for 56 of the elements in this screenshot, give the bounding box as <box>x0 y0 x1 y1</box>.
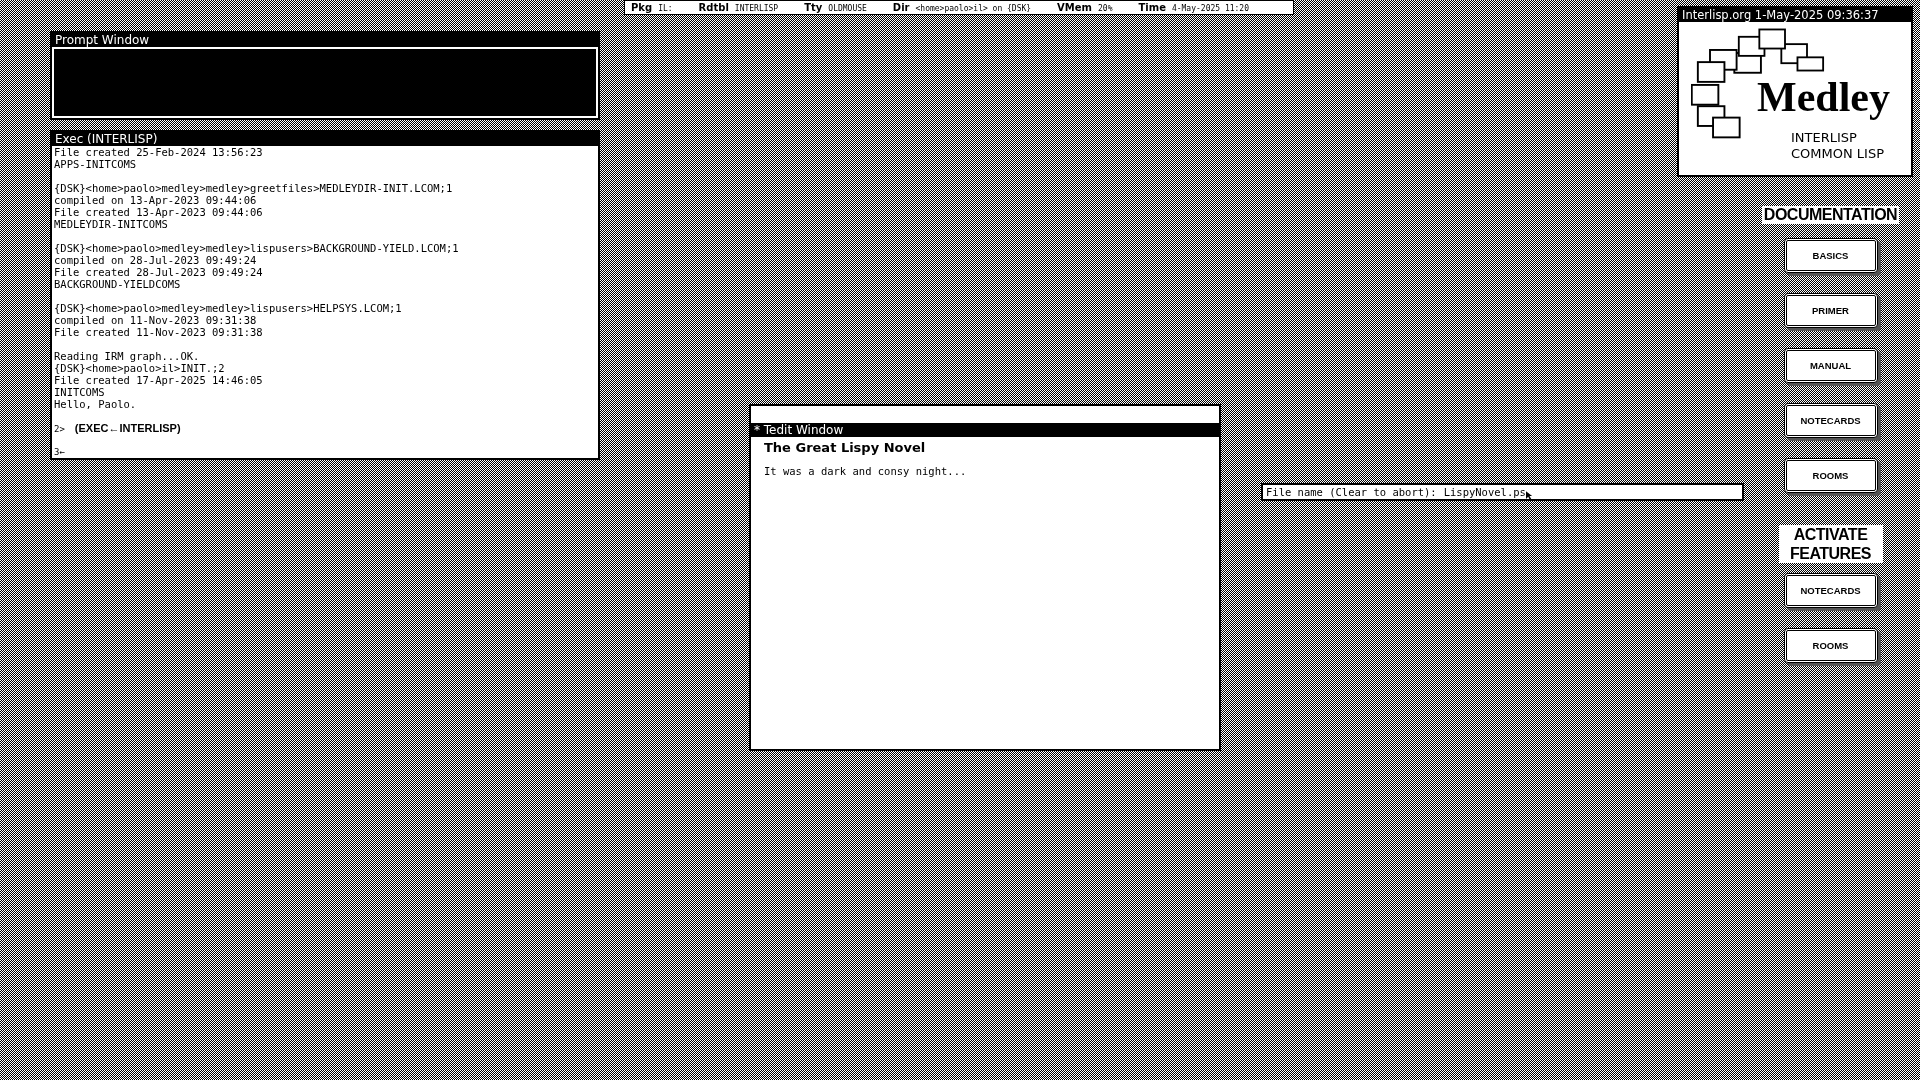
filename-prompt[interactable]: File name (Clear to abort): LispyNovel.ps <box>1261 483 1744 501</box>
feature-button[interactable]: NOTECARDS <box>1783 573 1878 608</box>
console-line: {DSK}<home>paolo>il>INIT.;2 <box>54 362 226 374</box>
console-line: File created 13-Apr-2023 09:44:06 <box>54 206 264 218</box>
console-line: APPS-INITCOMS <box>54 158 138 170</box>
status-value: <home>paolo>il> on {DSK} <box>915 4 1032 13</box>
documentation-button[interactable]: ROOMS <box>1783 458 1878 493</box>
console-line: INITCOMS <box>54 386 106 398</box>
documentation-button[interactable]: MANUAL <box>1783 348 1878 383</box>
filename-value: LispyNovel.ps <box>1443 486 1526 498</box>
console-line: MEDLEYDIR-INITCOMS <box>54 218 169 230</box>
status-label: Rdtbl <box>698 2 729 13</box>
prompt-number: 3← <box>54 446 65 458</box>
logo-wordmark: Medley <box>1757 74 1890 120</box>
logo-subtitle: INTERLISP <box>1791 130 1858 146</box>
prompt-area[interactable] <box>53 48 597 117</box>
status-value: OLDMOUSE <box>828 4 867 13</box>
window-title[interactable]: Prompt Window <box>52 33 598 47</box>
console-command: (EXEC←INTERLISP) <box>74 422 181 434</box>
feature-button[interactable]: ROOMS <box>1783 628 1878 663</box>
console-line: Hello, Paolo. <box>54 398 138 410</box>
console-line: Reading IRM graph...OK. <box>54 350 201 362</box>
console-line: {DSK}<home>paolo>medley>medley>lispusers>HELPSYS.LCOM;1 <box>54 302 403 314</box>
documentation-button[interactable]: PRIMER <box>1783 293 1878 328</box>
console-line: {DSK}<home>paolo>medley>medley>greetfiles>MEDLEYDIR-INIT.LCOM;1 <box>54 182 454 194</box>
section-heading: ACTIVATE FEATURES <box>1778 525 1883 563</box>
prompt-label: File name (Clear to abort): <box>1266 486 1437 498</box>
console-line: compiled on 28-Jul-2023 09:49:24 <box>54 254 258 266</box>
console-line: {DSK}<home>paolo>medley>medley>lispusers>BACKGROUND-YIELD.LCOM;1 <box>54 242 460 254</box>
status-value: 20% <box>1098 4 1113 13</box>
section-heading: DOCUMENTATION <box>1761 206 1900 224</box>
document-heading: The Great Lispy Novel <box>764 439 927 457</box>
document-text: It was a dark and consy night... <box>764 465 968 477</box>
status-value: 4-May-2025 11:20 <box>1171 4 1249 13</box>
status-label: Tty <box>804 2 823 13</box>
status-value: IL: <box>658 4 673 13</box>
status-label: VMem <box>1057 2 1092 13</box>
console-line: BACKGROUND-YIELDCOMS <box>54 278 182 290</box>
logo-subtitle: COMMON LISP <box>1791 146 1884 162</box>
status-value: INTERLISP <box>734 4 779 13</box>
console-line: File created 11-Nov-2023 09:31:38 <box>54 326 264 338</box>
console-line: compiled on 13-Apr-2023 09:44:06 <box>54 194 258 206</box>
console-line: File created 17-Apr-2025 14:46:05 <box>54 374 264 386</box>
console-line: File created 25-Feb-2024 13:56:23 <box>54 146 264 158</box>
status-label: Dir <box>892 2 910 13</box>
documentation-button[interactable]: NOTECARDS <box>1783 403 1878 438</box>
mouse-pointer-icon <box>1525 490 1533 500</box>
window-title[interactable]: * Tedit Window <box>751 423 1219 437</box>
prompt-number: 2> <box>54 423 65 435</box>
documentation-button[interactable]: BASICS <box>1783 238 1878 273</box>
console-line: compiled on 11-Nov-2023 09:31:38 <box>54 314 258 326</box>
window-title[interactable]: Interlisp.org 1-May-2025 09:36:37 <box>1679 8 1911 22</box>
console-line: File created 28-Jul-2023 09:49:24 <box>54 266 264 278</box>
window-title[interactable]: Exec (INTERLISP) <box>52 132 598 146</box>
status-label: Time <box>1138 2 1166 13</box>
status-label: Pkg <box>631 2 653 13</box>
